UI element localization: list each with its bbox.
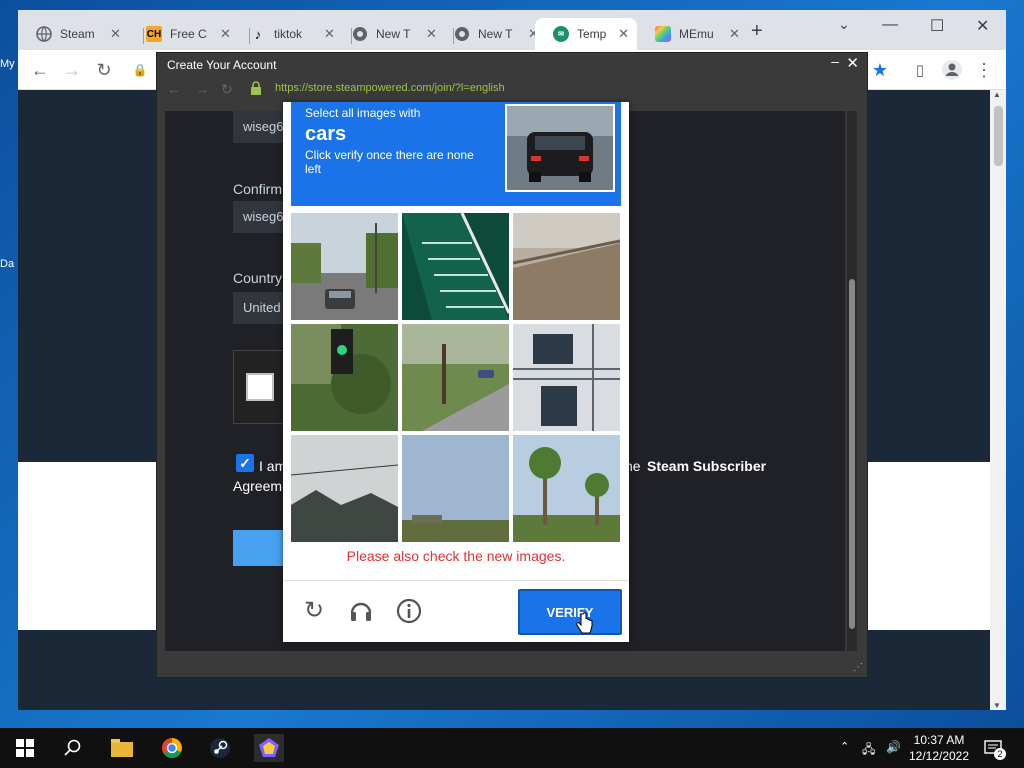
notification-count: 2 (994, 748, 1006, 760)
subscriber-agreement-link[interactable]: Steam Subscriber (647, 458, 766, 474)
globe-icon (36, 26, 52, 42)
volume-icon[interactable]: 🔊 (886, 740, 901, 754)
profile-icon[interactable] (940, 58, 964, 82)
tab-steam[interactable]: Steam ✕ (18, 18, 129, 50)
tab-new-tab-2[interactable]: New T ✕ (436, 18, 547, 50)
tab-label: tiktok (274, 27, 303, 41)
popup-scrollbar[interactable] (847, 111, 857, 651)
tab-free-c[interactable]: CH Free C ✕ (128, 18, 239, 50)
menu-icon[interactable]: ⋮ (972, 58, 996, 82)
desktop-icon-label[interactable]: Da (0, 258, 18, 270)
popup-title: Create Your Account (167, 58, 277, 72)
tile-sky-grass[interactable] (402, 435, 509, 542)
tab-search-icon[interactable]: ⌄ (838, 16, 850, 33)
reload-challenge-icon[interactable]: ↻ (300, 597, 328, 625)
tab-label: Steam (60, 27, 95, 41)
tab-strip: Steam ✕ CH Free C ✕ ♪ tiktok ✕ New T ✕ N… (18, 10, 1006, 50)
audio-challenge-icon[interactable] (347, 597, 375, 625)
verify-button[interactable]: VERIFY (518, 589, 622, 635)
chrome-icon (454, 26, 470, 42)
back-icon[interactable]: ← (28, 58, 52, 82)
tile-traffic-light[interactable] (291, 324, 398, 431)
file-explorer-icon[interactable] (107, 734, 137, 762)
close-icon[interactable]: ✕ (110, 26, 121, 42)
recaptcha-checkbox[interactable] (246, 373, 274, 401)
challenge-target: cars (305, 123, 347, 145)
challenge-error: Please also check the new images. (346, 548, 566, 564)
challenge-instruction: Select all images with (305, 106, 421, 120)
new-tab-button[interactable]: + (751, 21, 763, 41)
star-icon[interactable]: ★ (868, 58, 892, 82)
tab-new-tab-1[interactable]: New T ✕ (334, 18, 445, 50)
maximize-button[interactable]: ☐ (930, 16, 944, 36)
taskbar: ⌃ 🖧 🔊 10:37 AM 12/12/2022 2 (0, 728, 1024, 768)
chrome-icon (352, 26, 368, 42)
temp-mail-icon: ✉ (553, 26, 569, 42)
tab-label: Temp I (577, 27, 607, 41)
popup-forward-icon[interactable]: → (195, 81, 209, 97)
close-icon[interactable]: ✕ (618, 26, 629, 42)
tile-palm-trees[interactable] (513, 435, 620, 542)
tile-street-car[interactable] (291, 213, 398, 320)
tile-fire-escape[interactable] (513, 324, 620, 431)
hand-cursor-icon (575, 612, 593, 641)
tab-label: New T (376, 27, 411, 41)
popup-scroll-thumb[interactable] (849, 279, 855, 629)
popup-url: https://store.steampowered.com/join/?l=e… (275, 82, 505, 94)
popup-minimize-button[interactable]: – (831, 53, 839, 69)
tiktok-icon: ♪ (254, 26, 262, 42)
challenge-hint: Click verify once there are none left (305, 148, 474, 176)
popup-reload-icon[interactable]: ↻ (221, 81, 233, 98)
captcha-challenge: Select all images with cars Click verify… (283, 102, 629, 642)
country-label: Country (233, 270, 283, 286)
windows-start-icon[interactable] (10, 734, 40, 762)
chrome-icon[interactable] (157, 734, 187, 762)
clock-time: 10:37 AM (913, 733, 965, 747)
tab-temp-mail[interactable]: ✉ Temp I ✕ (535, 18, 637, 50)
notification-icon[interactable]: 2 (984, 740, 1006, 761)
side-panel-icon[interactable]: ▯ (908, 58, 932, 82)
agree-text-line2: Agreem (233, 478, 283, 494)
page-scrollbar[interactable]: ▲ ▼ (990, 90, 1006, 710)
scroll-thumb[interactable] (994, 106, 1003, 166)
lock-icon[interactable]: 🔒 (128, 58, 152, 82)
tab-label: MEmu (679, 27, 714, 41)
tile-rooftops[interactable] (291, 435, 398, 542)
tile-stairs[interactable] (402, 213, 509, 320)
ch-logo-icon: CH (146, 26, 162, 42)
minimize-button[interactable]: — (882, 16, 898, 34)
network-icon[interactable]: 🖧 (862, 740, 875, 761)
close-window-button[interactable]: ✕ (976, 16, 989, 36)
search-icon[interactable] (58, 734, 88, 762)
info-icon[interactable] (395, 597, 423, 625)
tab-memu[interactable]: MEmu ✕ (637, 18, 748, 50)
close-icon[interactable]: ✕ (220, 26, 231, 42)
popup-close-button[interactable]: ✕ (846, 54, 859, 72)
continue-button[interactable] (233, 530, 285, 566)
resize-grip-icon[interactable]: ⋰ (853, 662, 863, 673)
tab-tiktok[interactable]: ♪ tiktok ✕ (232, 18, 343, 50)
clock[interactable]: 10:37 AM 12/12/2022 (904, 732, 974, 764)
desktop-icon-label[interactable]: My (0, 58, 18, 70)
agree-checkbox[interactable]: ✓ (236, 454, 254, 472)
tile-street-trees[interactable] (402, 324, 509, 431)
steam-icon[interactable] (205, 734, 235, 762)
popup-back-icon[interactable]: ← (167, 81, 181, 97)
lock-icon (249, 81, 263, 95)
forward-icon[interactable]: → (60, 58, 84, 82)
tab-label: Free C (170, 27, 207, 41)
memu-taskbar-icon[interactable] (254, 734, 284, 762)
sample-image (505, 104, 615, 192)
reload-icon[interactable]: ↻ (92, 58, 116, 82)
tab-label: New T (478, 27, 513, 41)
confirm-label: Confirm (233, 181, 283, 197)
clock-date: 12/12/2022 (908, 749, 970, 763)
show-hidden-icons[interactable]: ⌃ (840, 740, 849, 753)
memu-icon (655, 26, 671, 42)
close-icon[interactable]: ✕ (729, 26, 740, 42)
challenge-header: Select all images with cars Click verify… (291, 102, 621, 206)
tile-beach-sand[interactable] (513, 213, 620, 320)
